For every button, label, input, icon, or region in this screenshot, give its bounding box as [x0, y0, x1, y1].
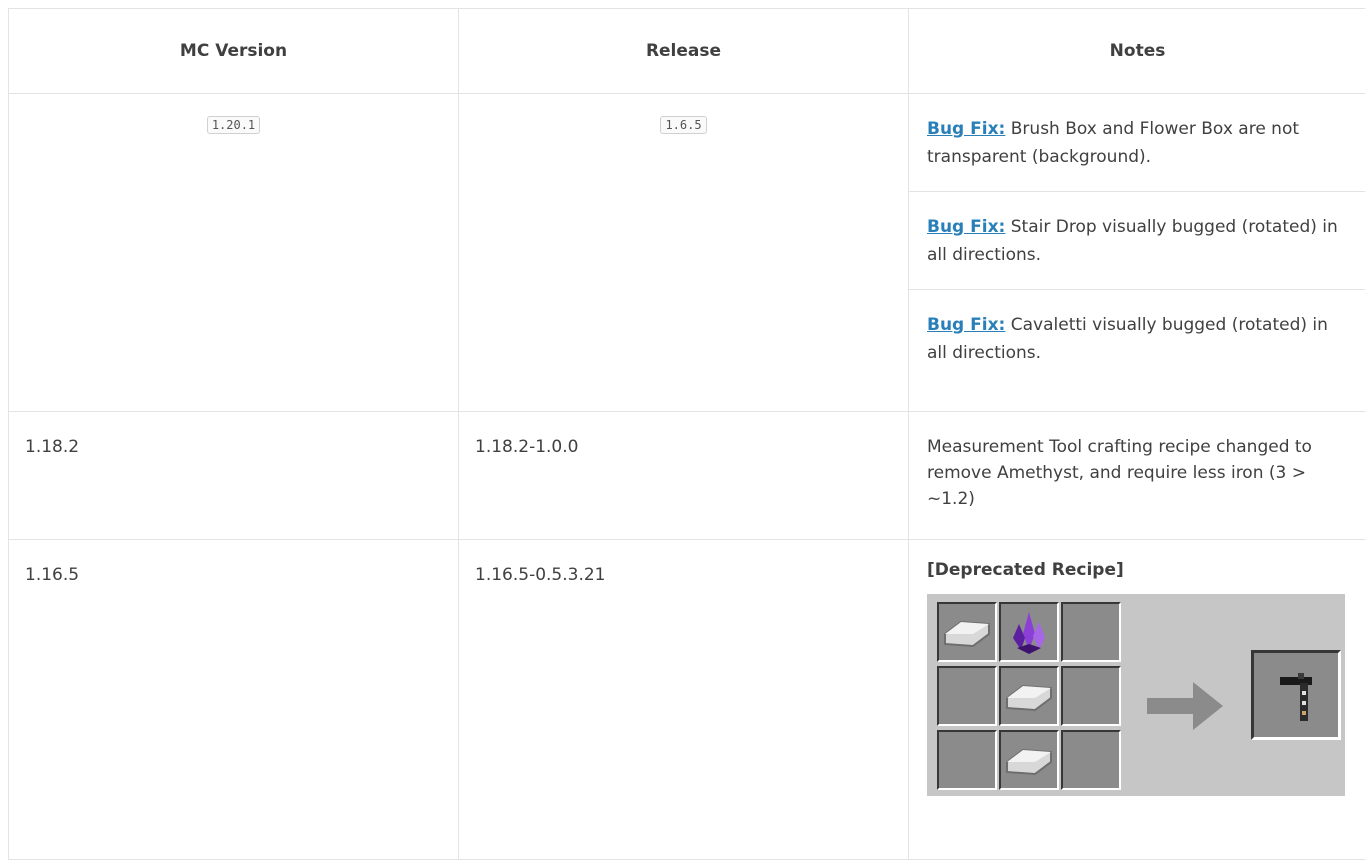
crafting-slot	[1061, 602, 1121, 662]
header-row: MC Version Release Notes	[9, 9, 1365, 94]
table-row: 1.16.5 1.16.5-0.5.3.21 [Deprecated Recip…	[9, 540, 1365, 860]
release-cell: 1.6.5	[459, 94, 909, 412]
header-notes: Notes	[909, 9, 1365, 94]
crafting-slot	[999, 602, 1059, 662]
iron-ingot-icon	[1001, 773, 1057, 793]
mc-version-cell: 1.16.5	[9, 540, 459, 860]
changelog-table: MC Version Release Notes 1.20.1 1.6.5 Bu…	[8, 8, 1365, 860]
crafting-slot	[1061, 666, 1121, 726]
arrow-right-icon	[1147, 678, 1225, 734]
note-item: Bug Fix: Brush Box and Flower Box are no…	[909, 94, 1365, 192]
mc-version-cell: 1.20.1	[9, 94, 459, 412]
iron-ingot-icon	[939, 645, 995, 665]
header-release: Release	[459, 9, 909, 94]
bug-fix-link[interactable]: Bug Fix:	[927, 217, 1005, 237]
release-cell: 1.18.2-1.0.0	[459, 412, 909, 540]
note-item: Bug Fix: Cavaletti visually bugged (rota…	[909, 290, 1365, 387]
crafting-slot	[999, 666, 1059, 726]
measurement-tool-icon	[1254, 653, 1338, 737]
output-slot	[1251, 650, 1341, 740]
mc-version-code: 1.20.1	[207, 116, 260, 134]
bug-fix-link[interactable]: Bug Fix:	[927, 119, 1005, 139]
iron-ingot-icon	[1001, 709, 1057, 729]
note-item: Bug Fix: Stair Drop visually bugged (rot…	[909, 192, 1365, 290]
table-row: 1.18.2 1.18.2-1.0.0 Measurement Tool cra…	[9, 412, 1365, 540]
notes-cell: Bug Fix: Brush Box and Flower Box are no…	[909, 94, 1365, 412]
crafting-slot	[937, 730, 997, 790]
crafting-slot	[937, 666, 997, 726]
notes-cell: Measurement Tool crafting recipe changed…	[909, 412, 1365, 540]
notes-cell: [Deprecated Recipe]	[909, 540, 1365, 860]
bug-fix-link[interactable]: Bug Fix:	[927, 315, 1005, 335]
header-mc-version: MC Version	[9, 9, 459, 94]
release-cell: 1.16.5-0.5.3.21	[459, 540, 909, 860]
table-row: 1.20.1 1.6.5 Bug Fix: Brush Box and Flow…	[9, 94, 1365, 412]
crafting-slot	[999, 730, 1059, 790]
deprecated-recipe-title: [Deprecated Recipe]	[927, 560, 1350, 580]
crafting-recipe	[927, 594, 1345, 796]
amethyst-shard-icon	[1001, 645, 1057, 665]
release-code: 1.6.5	[660, 116, 706, 134]
crafting-slot	[937, 602, 997, 662]
mc-version-cell: 1.18.2	[9, 412, 459, 540]
crafting-slot	[1061, 730, 1121, 790]
